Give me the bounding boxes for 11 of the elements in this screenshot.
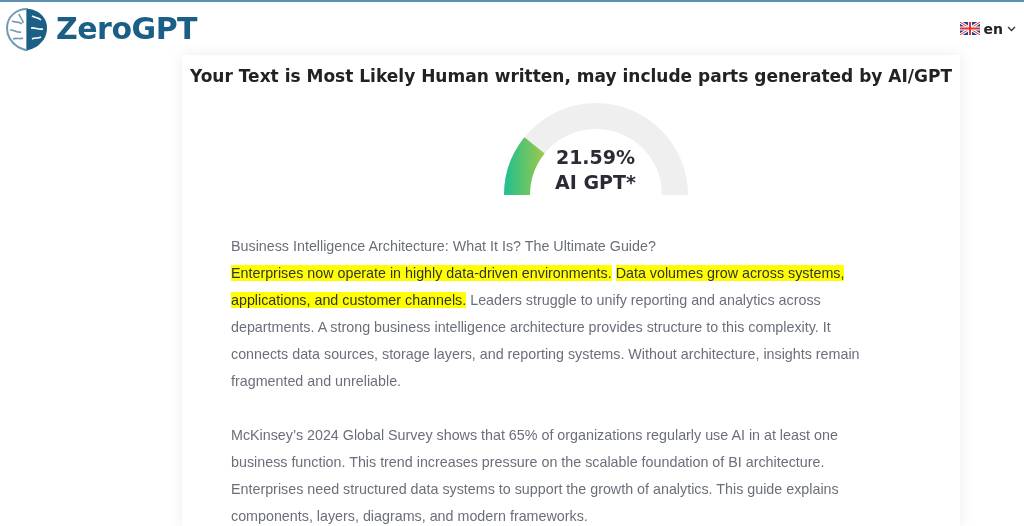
text-heading: Business Intelligence Architecture: What It Is? The Ultimate Guide? bbox=[231, 237, 657, 256]
gauge-label: AI GPT* bbox=[555, 170, 636, 195]
result-title: Your Text is Most Likely Human written, may include parts generated by AI/GPT bbox=[188, 65, 954, 88]
language-selector[interactable]: en bbox=[959, 20, 1016, 37]
brain-icon bbox=[4, 5, 50, 52]
flag-icon bbox=[959, 22, 980, 35]
paragraph: McKinsey’s 2024 Global Survey shows that 65% of organizations regularly use AI in at least one business function. This trend increases pressure on the scalable foundation of BI architecture. Enterprises need structured data systems to support the growth of analytics. This guide explains components, layers, diagrams, and modern frameworks. bbox=[231, 426, 840, 526]
ai-percentage: 21.59% bbox=[555, 145, 636, 170]
chevron-down-icon bbox=[1007, 25, 1016, 32]
logo-text[interactable]: ZeroGPT bbox=[56, 11, 198, 46]
paragraph: Enterprises now operate in highly data-driven environments. Data volumes grow across systems, applications, and customer channels. Leaders struggle to unify reporting and analytics across departments. A strong business intelligence architecture provides structure to this complexity. It connects data sources, storage layers, and reporting systems. Without architecture, insights remain fragmented and unreliable. bbox=[231, 264, 861, 391]
